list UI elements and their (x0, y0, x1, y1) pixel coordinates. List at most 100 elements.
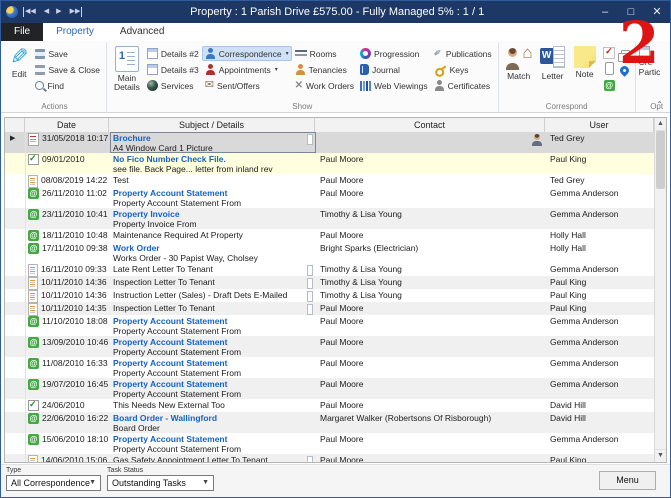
row-selector-cell (5, 276, 26, 289)
subject-link[interactable]: Board Order - Wallingford (113, 413, 302, 423)
table-row[interactable]: 09/01/2010No Fico Number Check File.see … (5, 153, 654, 174)
table-row[interactable]: 15/06/2010 18:10Property Account Stateme… (5, 433, 654, 454)
ribbon-item-details-3[interactable]: Details #3 (144, 62, 202, 77)
subject-link[interactable]: Work Order (113, 243, 302, 253)
table-row[interactable]: 24/06/2010This Needs New External TooPau… (5, 399, 654, 412)
subject-link[interactable]: Property Account Statement (113, 434, 302, 444)
table-row[interactable]: 18/11/2010 10:48Maintenance Required At … (5, 229, 654, 242)
ribbon-item-progression[interactable]: Progression (357, 46, 431, 61)
ribbon-item-save[interactable]: Save (32, 46, 103, 61)
subject-link[interactable]: Property Account Statement (113, 316, 302, 326)
ribbon-item-find[interactable]: Find (32, 78, 103, 93)
subject-link[interactable]: Brochure (113, 133, 302, 143)
tools-icon (295, 81, 303, 91)
column-header-date[interactable]: Date (25, 118, 109, 132)
record-first-icon[interactable]: ◀◀ (23, 7, 37, 17)
ribbon-item-save-close[interactable]: Save & Close (32, 62, 103, 77)
table-row[interactable]: 14/06/2010 15:06Gas Safety Appointment L… (5, 454, 654, 462)
type-filter-dropdown[interactable]: All Correspondence ▼ (6, 475, 101, 491)
ribbon-item-certificates[interactable]: Certificates (431, 78, 495, 93)
task-status-dropdown[interactable]: Outstanding Tasks ▼ (107, 475, 214, 491)
table-row[interactable]: 11/08/2010 16:33Property Account Stateme… (5, 357, 654, 378)
group-label-correspond: Correspond (499, 102, 635, 111)
ribbon-item-work-orders[interactable]: Work Orders (292, 78, 357, 93)
subject-link[interactable]: Property Account Statement (113, 337, 302, 347)
subject-link[interactable]: Property Account Statement (113, 379, 302, 389)
ribbon-mini-email-at[interactable] (604, 78, 615, 96)
record-next-icon[interactable]: ▶ (56, 7, 61, 17)
contact-text: Timothy & Lisa Young (320, 209, 402, 219)
ribbon-item-keys[interactable]: Keys (431, 62, 495, 77)
date-text: 17/11/2010 09:38 (42, 243, 108, 253)
ribbon-button-match[interactable]: Match (503, 44, 535, 100)
column-header-subject-details[interactable]: Subject / Details (109, 118, 315, 132)
cell-date: 16/11/2010 09:33 (26, 263, 110, 276)
ribbon-item-publications[interactable]: Publications (431, 46, 495, 61)
table-row[interactable]: 19/07/2010 16:45Property Account Stateme… (5, 378, 654, 399)
scroll-up-icon[interactable]: ▲ (655, 118, 666, 131)
table-row[interactable]: 10/11/2010 14:36Instruction Letter (Sale… (5, 289, 654, 302)
ribbon-button-note[interactable]: Note (571, 44, 599, 100)
ribbon-item-rooms[interactable]: Rooms (292, 46, 357, 61)
table-row[interactable]: 17/11/2010 09:38Work OrderWorks Order - … (5, 242, 654, 263)
cell-contact: Paul Moore (316, 399, 546, 412)
row-selector-cell: ▶ (5, 132, 26, 153)
table-row[interactable]: 23/11/2010 10:41Property InvoiceProperty… (5, 208, 654, 229)
word-letter-glyph: W (540, 48, 554, 64)
ribbon-button-letter[interactable]: W Letter (537, 44, 569, 100)
contact-text: Paul Moore (320, 154, 363, 164)
table-row[interactable]: 11/10/2010 18:08Property Account Stateme… (5, 315, 654, 336)
record-last-icon[interactable]: ▶▶ (69, 7, 83, 17)
cell-user: Gemma Anderson (546, 378, 654, 399)
record-prev-icon[interactable]: ◀ (44, 7, 49, 17)
ribbon-item-services[interactable]: Services (144, 78, 202, 93)
tab-advanced[interactable]: Advanced (107, 23, 177, 41)
table-row[interactable]: 16/11/2010 09:33Late Rent Letter To Tena… (5, 263, 654, 276)
table-row[interactable]: 22/06/2010 16:22 Board Order - Wallingfor… (5, 412, 654, 433)
table-row[interactable]: 08/08/2019 14:22TestPaul MooreTed Grey (5, 174, 654, 187)
subject-link[interactable]: Property Account Statement (113, 188, 302, 198)
subject-link[interactable]: Property Invoice (113, 209, 302, 219)
date-text: 14/06/2010 15:06 (41, 455, 107, 462)
table-row[interactable]: 26/11/2010 11:02Property Account Stateme… (5, 187, 654, 208)
ribbon-collapse-icon[interactable]: ⌃ (652, 99, 667, 110)
cell-subject: Maintenance Required At Property (110, 229, 316, 242)
ribbon-item-details-2[interactable]: Details #2 (144, 46, 202, 61)
ribbon-item-label: Details #2 (161, 49, 199, 59)
ribbon-item-tenancies[interactable]: Tenancies (292, 62, 357, 77)
subject-link[interactable]: Property Account Statement (113, 358, 302, 368)
vertical-scrollbar[interactable]: ▲ ▼ (654, 118, 666, 462)
ribbon-item-journal[interactable]: Journal (357, 62, 431, 77)
scrollbar-thumb[interactable] (656, 131, 665, 189)
tab-property[interactable]: Property (43, 23, 107, 41)
ribbon-item-appointments[interactable]: Appointments▾ (202, 62, 292, 77)
menu-button[interactable]: Menu (599, 471, 656, 490)
ribbon-item-web-viewings[interactable]: Web Viewings (357, 78, 431, 93)
ribbon-button-edit[interactable]: Edit (7, 44, 31, 100)
letter-icon (28, 277, 38, 290)
annotation-2: 2 (619, 13, 659, 73)
attach-word-icon (299, 303, 314, 314)
minimize-button[interactable]: – (592, 1, 618, 23)
table-row[interactable]: ▶31/05/2018 10:17BrochureA4 Window Card … (5, 132, 654, 153)
ribbon-item-label: Keys (450, 65, 469, 75)
ribbon-item-sent-offers[interactable]: Sent/Offers (202, 78, 292, 93)
ribbon-item-label: Publications (446, 49, 492, 59)
scroll-down-icon[interactable]: ▼ (655, 449, 666, 462)
ribbon-item-correspondence[interactable]: Correspondence▾ (202, 46, 292, 61)
column-header-contact[interactable]: Contact (315, 118, 545, 132)
date-text: 10/11/2010 14:36 (41, 277, 107, 287)
cell-user: Gemma Anderson (546, 263, 654, 276)
subject-link[interactable]: No Fico Number Check File. (113, 154, 302, 164)
ribbon-button-main-details[interactable]: Main Details (111, 44, 143, 100)
table-row[interactable]: 10/11/2010 14:36Inspection Letter To Ten… (5, 276, 654, 289)
date-text: 22/06/2010 16:22 (42, 413, 108, 423)
ribbon-button-label: Letter (542, 72, 564, 81)
cell-date: 26/11/2010 11:02 (26, 187, 110, 208)
subject-details-text: Property Account Statement From (113, 326, 302, 336)
table-row[interactable]: 10/11/2010 14:35Inspection Letter To Ten… (5, 302, 654, 315)
table-row[interactable]: 13/09/2010 10:46Property Account Stateme… (5, 336, 654, 357)
tab-file[interactable]: File (1, 23, 43, 41)
row-selector-cell (5, 357, 26, 378)
column-header-user[interactable]: User (545, 118, 654, 132)
